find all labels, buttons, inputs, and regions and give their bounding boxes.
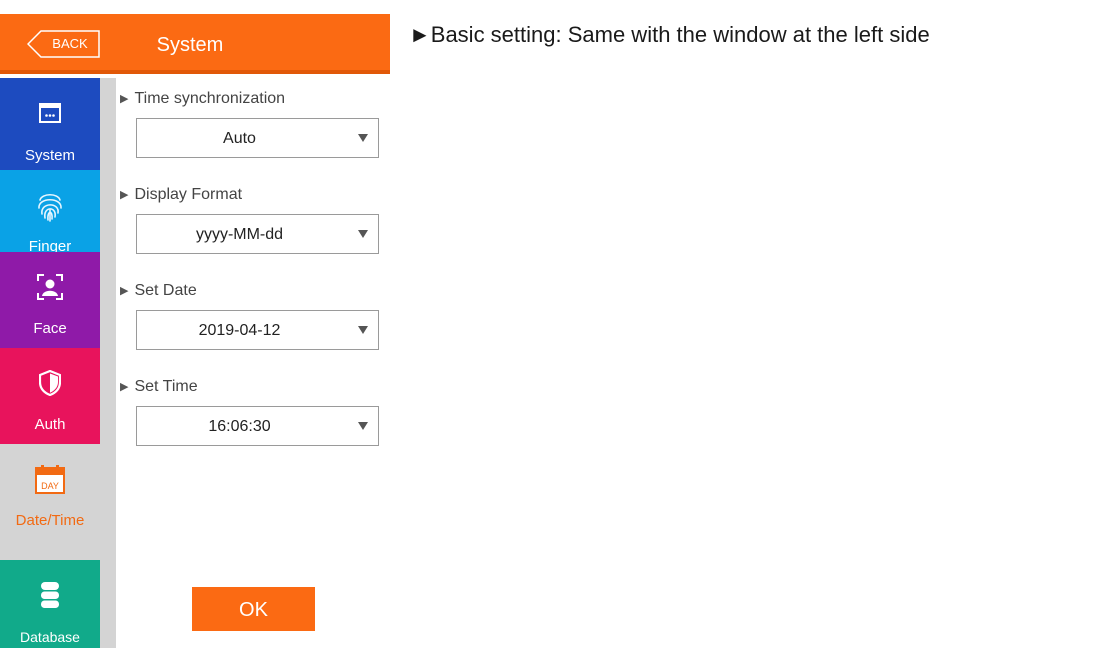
window-icon xyxy=(0,94,100,132)
sidebar-item-label: System xyxy=(24,147,75,164)
sidebar-item-datetime[interactable]: DAY Date/Time xyxy=(0,444,100,540)
time-sync-label: ▶ Time synchronization xyxy=(120,90,286,107)
time-sync-dropdown[interactable]: Auto xyxy=(136,118,379,158)
sidebar-item-label: Auth xyxy=(34,416,66,433)
fingerprint-icon xyxy=(0,186,100,224)
sidebar-item-database[interactable]: Database xyxy=(0,560,100,648)
svg-text:DAY: DAY xyxy=(41,481,59,491)
back-button[interactable]: BACK xyxy=(27,30,100,58)
settings-panel: ▶ Time synchronization Auto ▶ Display Form… xyxy=(116,78,390,648)
face-scan-icon xyxy=(0,268,100,306)
display-format-label: ▶ Display Format xyxy=(120,186,243,203)
shield-icon xyxy=(0,364,100,402)
basic-setting-note: ►Basic setting: Same with the window at … xyxy=(409,22,930,47)
back-label: BACK xyxy=(52,36,88,51)
ok-button[interactable]: OK xyxy=(192,587,315,631)
display-format-dropdown[interactable]: yyyy-MM-dd xyxy=(136,214,379,254)
chevron-down-icon xyxy=(358,326,368,334)
dropdown-value: 16:06:30 xyxy=(208,418,271,435)
dropdown-value: Auto xyxy=(223,130,256,147)
sidebar-item-label: Database xyxy=(20,629,80,645)
database-icon xyxy=(0,576,100,614)
set-time-dropdown[interactable]: 16:06:30 xyxy=(136,406,379,446)
page-title: System xyxy=(156,34,224,56)
calendar-day-icon: DAY xyxy=(0,460,100,498)
chevron-down-icon xyxy=(358,422,368,430)
sidebar: System Finger Face Auth DAY Date/Time Da… xyxy=(0,78,116,648)
sidebar-item-label: Date/Time xyxy=(15,512,85,529)
sidebar-item-auth[interactable]: Auth xyxy=(0,348,100,444)
sidebar-item-label: Face xyxy=(33,320,67,337)
header-bar: BACK System xyxy=(0,14,390,74)
chevron-down-icon xyxy=(358,134,368,142)
set-date-label: ▶ Set Date xyxy=(120,282,197,299)
dropdown-value: 2019-04-12 xyxy=(198,322,281,339)
set-date-dropdown[interactable]: 2019-04-12 xyxy=(136,310,379,350)
chevron-down-icon xyxy=(358,230,368,238)
sidebar-item-face[interactable]: Face xyxy=(0,252,100,348)
sidebar-item-system[interactable]: System xyxy=(0,78,100,170)
dropdown-value: yyyy-MM-dd xyxy=(195,226,284,243)
device-screen: BACK System System Finger Face Auth DAY … xyxy=(0,0,390,648)
set-time-label: ▶ Set Time xyxy=(120,378,198,395)
